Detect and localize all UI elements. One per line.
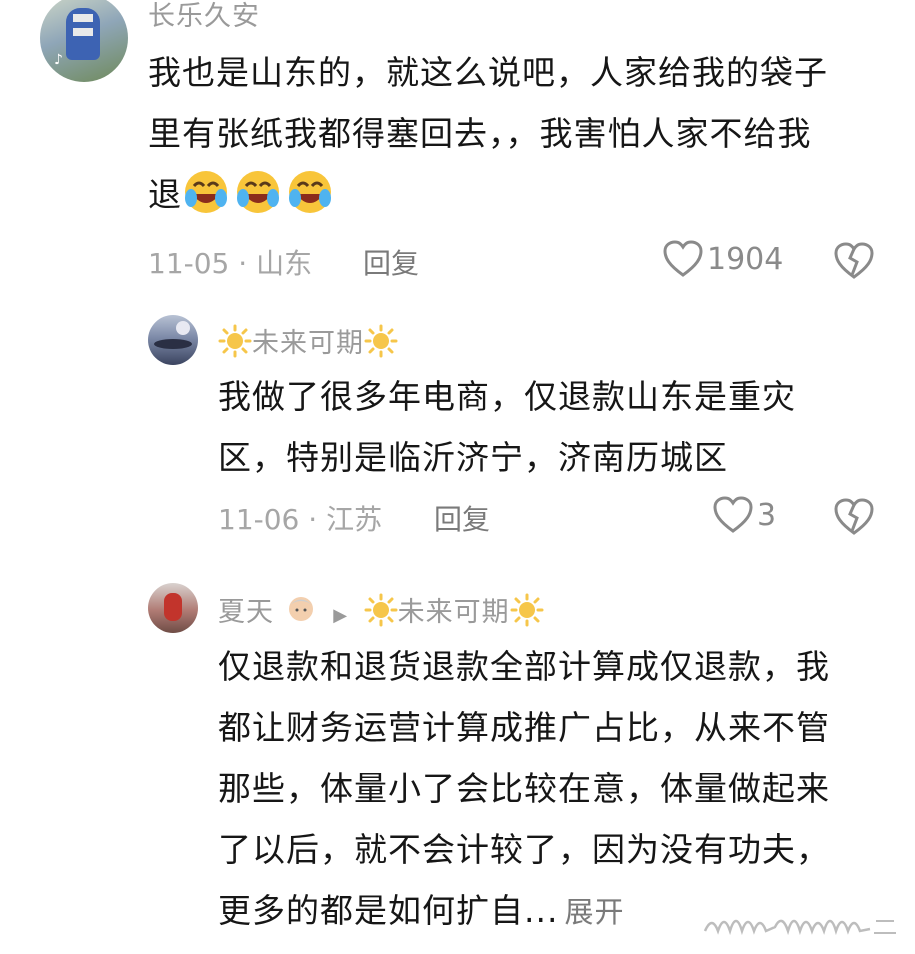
avatar[interactable] <box>148 315 198 365</box>
username[interactable]: 长乐久安 <box>148 0 260 33</box>
sun-icon <box>218 324 252 358</box>
comment-text: 我做了很多年电商，仅退款山东是重灾 区，特别是临沂济宁，济南历城区 <box>218 377 796 477</box>
username[interactable]: 夏天 ▶ 未来可期 <box>218 590 544 629</box>
expand-button[interactable]: 展开 <box>564 895 624 929</box>
comment-meta: 11-06 · 江苏 <box>218 503 383 536</box>
reply-button[interactable]: 回复 <box>363 242 419 282</box>
reply-button[interactable]: 回复 <box>434 498 490 538</box>
heart-icon <box>663 240 703 277</box>
comment-text: 仅退款和退货退款全部计算成仅退款，我 都让财务运营计算成推广占比，从来不管 那些… <box>218 647 830 930</box>
watermark-logo <box>703 919 896 936</box>
comment-meta: 11-05 · 山东 <box>148 247 313 280</box>
sun-icon <box>364 593 398 627</box>
broken-heart-icon[interactable] <box>834 242 874 280</box>
like-count: 1904 <box>707 241 784 277</box>
broken-heart-icon[interactable] <box>834 498 874 536</box>
like-button[interactable]: 3 <box>713 496 776 534</box>
like-button[interactable]: 1904 <box>663 240 783 278</box>
heart-icon <box>713 496 753 533</box>
sun-icon <box>510 593 544 627</box>
reply-arrow-icon: ▶ <box>333 605 349 626</box>
avatar[interactable] <box>148 583 198 633</box>
comment-text: 我也是山东的，就这么说吧，人家给我的袋子 里有张纸我都得塞回去，，我害怕人家不给… <box>148 53 828 214</box>
laughing-crying-emoji-icons <box>182 171 338 214</box>
username[interactable]: 未来可期 <box>218 321 398 360</box>
tiktok-icon: ♪ <box>54 52 63 68</box>
avatar[interactable]: ♪ <box>40 0 128 82</box>
person-emoji-icon <box>288 597 313 621</box>
sun-icon <box>364 324 398 358</box>
like-count: 3 <box>757 497 777 533</box>
